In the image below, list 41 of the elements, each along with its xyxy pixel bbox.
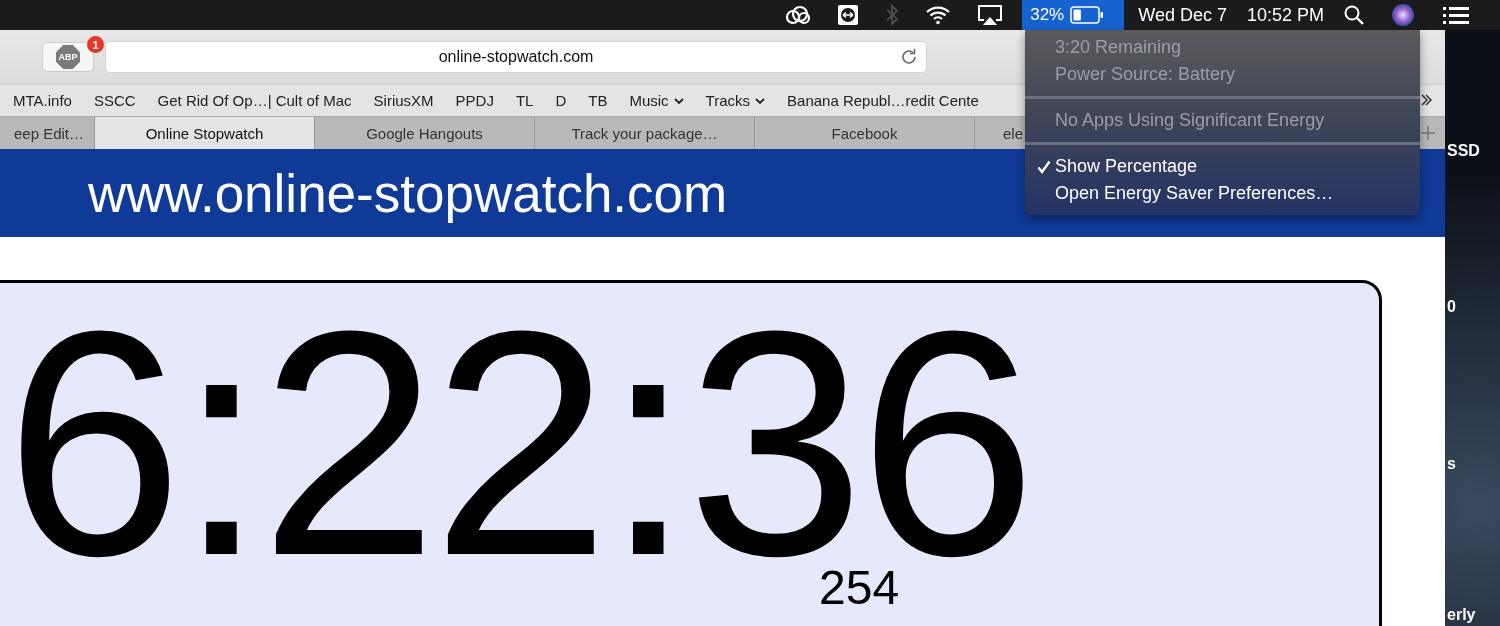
bookmark-folder[interactable]: Music <box>629 92 684 109</box>
menu-item: Power Source: Battery <box>1054 63 1237 86</box>
menu-item: 3:20 Remaining <box>1054 36 1183 59</box>
desktop-icon-label[interactable]: SSD <box>1447 142 1480 160</box>
menu-item: No Apps Using Significant Energy <box>1054 109 1326 132</box>
bookmark-link[interactable]: SiriusXM <box>373 92 434 109</box>
chevron-down-icon <box>755 96 766 105</box>
search-icon[interactable] <box>1343 4 1365 26</box>
browser-tab[interactable]: Online Stopwatch <box>95 117 315 149</box>
list-icon[interactable] <box>1442 5 1470 25</box>
menu-item[interactable]: Open Energy Saver Preferences… <box>1025 180 1420 207</box>
bookmark-link[interactable]: TB <box>588 92 608 109</box>
bookmark-link[interactable]: PPDJ <box>455 92 494 109</box>
bookmark-link[interactable]: Banana Republ…redit Cente <box>787 92 979 109</box>
menu-item[interactable]: Show Percentage <box>1025 153 1420 180</box>
checkmark-icon <box>1037 159 1051 174</box>
reload-icon[interactable] <box>900 48 918 66</box>
menu-bar-date[interactable]: Wed Dec 7 <box>1138 4 1227 26</box>
bookmark-link[interactable]: MTA.info <box>13 92 72 109</box>
desktop-icon-label[interactable]: 0 <box>1447 298 1456 316</box>
notification-badge: 1 <box>87 36 104 53</box>
cloud-icon[interactable] <box>785 5 812 25</box>
battery-menu-extra[interactable]: 32% <box>1022 0 1125 30</box>
bookmark-link[interactable]: Get Rid Of Op…| Cult of Mac <box>157 92 352 109</box>
url-text: online-stopwatch.com <box>438 48 594 66</box>
address-field[interactable]: online-stopwatch.com <box>105 41 927 73</box>
site-title: www.online-stopwatch.com <box>88 162 728 224</box>
orb-icon[interactable] <box>1391 3 1415 27</box>
desktop-icon-label[interactable]: erly <box>1447 606 1476 624</box>
bookmark-link[interactable]: SSCC <box>93 92 136 109</box>
airplay-icon[interactable] <box>977 4 1004 26</box>
chevron-down-icon <box>673 96 684 105</box>
desktop-icon-label[interactable]: s <box>1447 455 1456 473</box>
stop-sign-icon: ABP <box>56 45 80 69</box>
bookmark-link[interactable]: TL <box>515 92 534 109</box>
battery-percentage: 32% <box>1030 5 1065 25</box>
wifi-icon[interactable] <box>925 5 952 25</box>
adblock-button[interactable]: ABP <box>42 42 94 72</box>
bookmark-link[interactable]: D <box>555 92 567 109</box>
menu-bar-time[interactable]: 10:52 PM <box>1246 4 1324 26</box>
bookmark-folder[interactable]: Tracks <box>705 92 766 109</box>
